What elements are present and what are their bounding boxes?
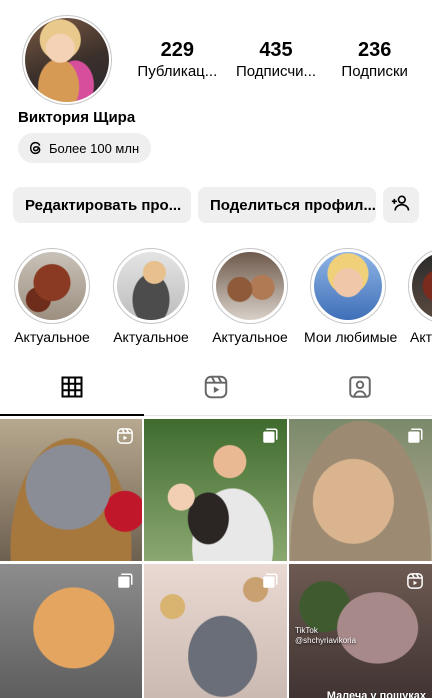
story-highlights: Актуальное Актуальное Актуальное Мои люб… (0, 248, 432, 348)
avatar-photo (25, 18, 109, 102)
post-thumbnail[interactable] (289, 419, 432, 561)
highlight-thumbnail (216, 252, 284, 320)
highlight-label: Акт (410, 329, 432, 345)
highlight-thumbnail (117, 252, 185, 320)
threads-badge[interactable]: Более 100 млн (18, 133, 152, 163)
tab-reels[interactable] (144, 364, 288, 415)
highlight-label: Актуальное (212, 329, 288, 345)
grid-icon (60, 375, 84, 404)
highlight-label: Актуальное (14, 329, 90, 345)
multiple-icon (261, 572, 279, 590)
highlight-ring (14, 248, 90, 324)
highlight-label: Актуальное (113, 329, 189, 345)
highlight-ring (408, 248, 432, 324)
tagged-icon (347, 374, 373, 405)
highlight-item[interactable]: Актуальное (107, 248, 195, 346)
stat-posts-value: 229 (160, 39, 195, 61)
highlight-label: Мои любимые (304, 329, 398, 345)
highlight-item[interactable]: Актуальное (206, 248, 294, 346)
stat-posts-label: Публикац... (137, 63, 218, 80)
stat-following-label: Подписки (341, 63, 408, 80)
multiple-icon (406, 427, 424, 445)
highlight-ring (212, 248, 288, 324)
highlight-item[interactable]: Актуальное (8, 248, 96, 346)
stat-following-value: 236 (357, 39, 392, 61)
add-person-icon (391, 193, 411, 217)
stat-posts[interactable]: 229 Публикац... (128, 38, 227, 82)
highlight-thumbnail (412, 252, 432, 320)
threads-chip-label: Более 100 млн (49, 140, 140, 156)
tab-posts-grid[interactable] (0, 364, 144, 416)
post-thumbnail[interactable] (144, 564, 287, 698)
stat-followers-value: 435 (259, 39, 293, 61)
profile-avatar[interactable] (22, 15, 112, 105)
highlight-ring (113, 248, 189, 324)
post-thumbnail[interactable] (144, 419, 287, 561)
posts-grid: TikTok @shchyriavikoria Малеча у пошуках (0, 419, 432, 698)
post-caption: Малеча у пошуках (326, 690, 426, 698)
stat-following[interactable]: 236 Подписки (325, 38, 424, 82)
edit-profile-button[interactable]: Редактировать про... (13, 187, 191, 223)
profile-name: Виктория Щира (18, 109, 136, 126)
highlight-thumbnail (314, 252, 382, 320)
post-thumbnail[interactable] (0, 564, 142, 698)
tiktok-logo-text: TikTok (295, 626, 318, 635)
multiple-icon (116, 572, 134, 590)
post-thumbnail[interactable] (0, 419, 142, 561)
highlight-thumbnail (18, 252, 86, 320)
tiktok-user: @shchyriavikoria (295, 636, 357, 645)
add-person-button[interactable] (383, 187, 419, 223)
reels-icon (203, 374, 229, 405)
stat-followers-label: Подписчи... (235, 63, 317, 80)
multiple-icon (261, 427, 279, 445)
highlight-item[interactable]: Акт (402, 248, 432, 346)
stat-followers[interactable]: 435 Подписчи... (227, 38, 326, 82)
threads-icon (28, 140, 44, 156)
share-profile-button[interactable]: Поделиться профил... (198, 187, 376, 223)
post-thumbnail[interactable]: TikTok @shchyriavikoria Малеча у пошуках (289, 564, 432, 698)
tab-tagged[interactable] (288, 364, 432, 415)
highlight-ring (310, 248, 386, 324)
reel-icon (116, 427, 134, 445)
profile-stats: 229 Публикац... 435 Подписчи... 236 Подп… (128, 38, 424, 82)
tiktok-watermark: TikTok @shchyriavikoria (295, 626, 356, 646)
highlight-item[interactable]: Мои любимые (304, 248, 398, 346)
profile-tabs (0, 364, 432, 416)
reel-icon (406, 572, 424, 590)
